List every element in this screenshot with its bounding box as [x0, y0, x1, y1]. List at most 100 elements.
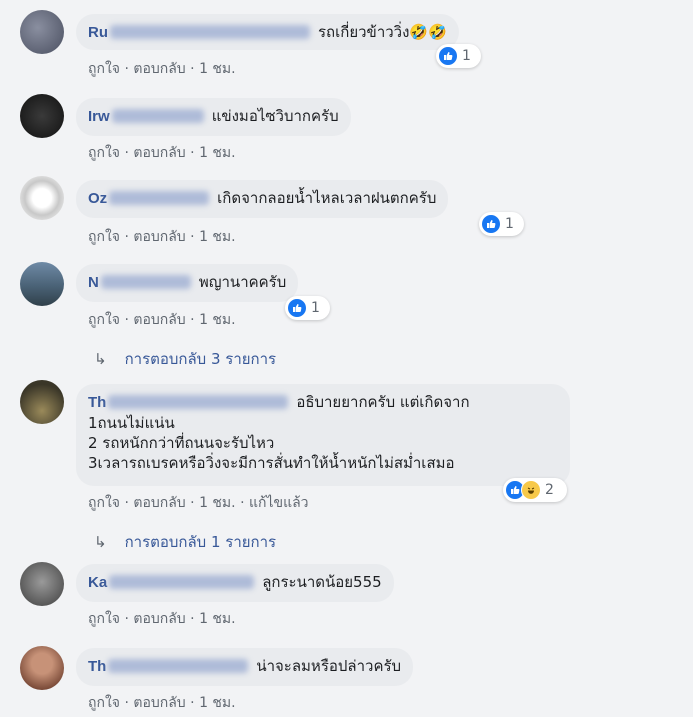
reply-link[interactable]: ตอบกลับ	[133, 229, 185, 245]
separator: ·	[124, 229, 129, 245]
separator: ·	[190, 312, 195, 328]
timestamp[interactable]: 1 ชม.	[199, 145, 236, 161]
timestamp[interactable]: 1 ชม.	[199, 229, 236, 245]
reply-arrow-icon: ↳	[94, 350, 107, 368]
avatar[interactable]	[20, 562, 64, 606]
comment-text-line: 2 รถหนักกว่าที่ถนนจะรับไหว	[88, 434, 275, 452]
like-link[interactable]: ถูกใจ	[88, 229, 120, 245]
comment-text-line: อธิบายยากครับ แต่เกิดจาก	[296, 393, 470, 411]
like-link[interactable]: ถูกใจ	[88, 312, 120, 328]
comment-text: เกิดจากลอยน้ำไหลเวลาฝนตกครับ	[217, 189, 437, 207]
blurred-name	[108, 659, 249, 673]
blurred-name	[109, 191, 210, 205]
separator: ·	[190, 229, 195, 245]
like-link[interactable]: ถูกใจ	[88, 495, 120, 511]
avatar[interactable]	[20, 646, 64, 690]
timestamp[interactable]: 1 ชม.	[199, 312, 236, 328]
like-link[interactable]: ถูกใจ	[88, 695, 120, 711]
comment-author[interactable]: Ka	[88, 574, 107, 591]
separator: ·	[124, 61, 129, 77]
comment-author[interactable]: Th	[88, 658, 106, 675]
comment-actions: ถูกใจ · ตอบกลับ · 1 ชม.	[88, 608, 236, 630]
reply-link[interactable]: ตอบกลับ	[133, 611, 185, 627]
comment-text: น่าจะลมหรือปล่าวครับ	[256, 657, 402, 675]
reaction-count: 1	[505, 216, 514, 232]
reaction-summary[interactable]: 1	[285, 296, 330, 320]
reply-link[interactable]: ตอบกลับ	[133, 495, 185, 511]
comment-text: รถเกี่ยวข้าววิ่ง🤣🤣	[318, 23, 447, 41]
separator: ·	[190, 495, 195, 511]
comment-bubble: Th น่าจะลมหรือปล่าวครับ	[76, 648, 414, 686]
blurred-name	[108, 395, 289, 409]
like-link[interactable]: ถูกใจ	[88, 611, 120, 627]
blurred-name	[109, 575, 255, 589]
comment-author[interactable]: Irw	[88, 108, 110, 125]
reply-arrow-icon: ↳	[94, 533, 107, 551]
comment-actions: ถูกใจ · ตอบกลับ · 1 ชม.	[88, 309, 236, 331]
replies-count: การตอบกลับ 3 รายการ	[124, 350, 277, 368]
separator: ·	[240, 495, 245, 511]
like-link[interactable]: ถูกใจ	[88, 61, 120, 77]
timestamp[interactable]: 1 ชม.	[199, 611, 236, 627]
comment-bubble: Irw แข่งมอไซวิบากครับ	[76, 98, 351, 136]
comment-author[interactable]: Th	[88, 394, 106, 411]
separator: ·	[124, 611, 129, 627]
replies-count: การตอบกลับ 1 รายการ	[124, 533, 277, 551]
reply-link[interactable]: ตอบกลับ	[133, 61, 185, 77]
view-replies-link[interactable]: ↳ การตอบกลับ 3 รายการ	[94, 347, 276, 371]
avatar[interactable]	[20, 380, 64, 424]
comment-actions: ถูกใจ · ตอบกลับ · 1 ชม.	[88, 692, 236, 714]
reaction-summary[interactable]: 1	[436, 44, 481, 68]
reaction-summary[interactable]: 2	[503, 478, 567, 502]
like-icon	[287, 298, 307, 318]
separator: ·	[124, 312, 129, 328]
comment-bubble: N พญานาคครับ	[76, 264, 299, 302]
comment-actions: ถูกใจ · ตอบกลับ · 1 ชม.	[88, 142, 236, 164]
like-icon	[481, 214, 501, 234]
blurred-name	[111, 109, 204, 123]
separator: ·	[190, 61, 195, 77]
comment-text-line: 3เวลารถเบรคหรือวิ่งจะมีการสั่นทำให้น้ำหน…	[88, 454, 455, 472]
avatar[interactable]	[20, 262, 64, 306]
comment-text: แข่งมอไซวิบากครับ	[211, 107, 339, 125]
edited-label[interactable]: แก้ไขแล้ว	[249, 495, 309, 511]
comment-author[interactable]: N	[88, 274, 99, 291]
separator: ·	[124, 495, 129, 511]
view-replies-link[interactable]: ↳ การตอบกลับ 1 รายการ	[94, 530, 276, 554]
avatar[interactable]	[20, 176, 64, 220]
reaction-count: 1	[462, 48, 471, 64]
avatar[interactable]	[20, 94, 64, 138]
comment-bubble: Ka ลูกระนาดน้อย555	[76, 564, 394, 602]
comment-bubble: Th อธิบายยากครับ แต่เกิดจาก 1ถนนไม่แน่น 2…	[76, 384, 570, 486]
comment-text-line: 1ถนนไม่แน่น	[88, 414, 175, 432]
separator: ·	[190, 145, 195, 161]
reply-link[interactable]: ตอบกลับ	[133, 145, 185, 161]
timestamp[interactable]: 1 ชม.	[199, 61, 236, 77]
reaction-summary[interactable]: 1	[479, 212, 524, 236]
comment-text: พญานาคครับ	[198, 273, 287, 291]
comment-bubble: Oz เกิดจากลอยน้ำไหลเวลาฝนตกครับ	[76, 180, 449, 218]
separator: ·	[124, 145, 129, 161]
reaction-count: 1	[311, 300, 320, 316]
comment-bubble: Ru รถเกี่ยวข้าววิ่ง🤣🤣	[76, 14, 459, 50]
comment-actions: ถูกใจ · ตอบกลับ · 1 ชม.	[88, 226, 236, 248]
separator: ·	[190, 695, 195, 711]
comment-actions: ถูกใจ · ตอบกลับ · 1 ชม. · แก้ไขแล้ว	[88, 492, 309, 514]
comment-author[interactable]: Ru	[88, 24, 108, 41]
reply-link[interactable]: ตอบกลับ	[133, 312, 185, 328]
comment-first-line: Th อธิบายยากครับ แต่เกิดจาก	[88, 392, 558, 413]
like-icon	[438, 46, 458, 66]
avatar[interactable]	[20, 10, 64, 54]
reaction-count: 2	[545, 482, 554, 498]
separator: ·	[190, 611, 195, 627]
comment-text: ลูกระนาดน้อย555	[262, 573, 382, 591]
like-link[interactable]: ถูกใจ	[88, 145, 120, 161]
reply-link[interactable]: ตอบกลับ	[133, 695, 185, 711]
blurred-name	[110, 25, 310, 39]
comment-author[interactable]: Oz	[88, 190, 107, 207]
timestamp[interactable]: 1 ชม.	[199, 495, 236, 511]
haha-icon	[521, 480, 541, 500]
timestamp[interactable]: 1 ชม.	[199, 695, 236, 711]
comment-actions: ถูกใจ · ตอบกลับ · 1 ชม.	[88, 58, 236, 80]
separator: ·	[124, 695, 129, 711]
